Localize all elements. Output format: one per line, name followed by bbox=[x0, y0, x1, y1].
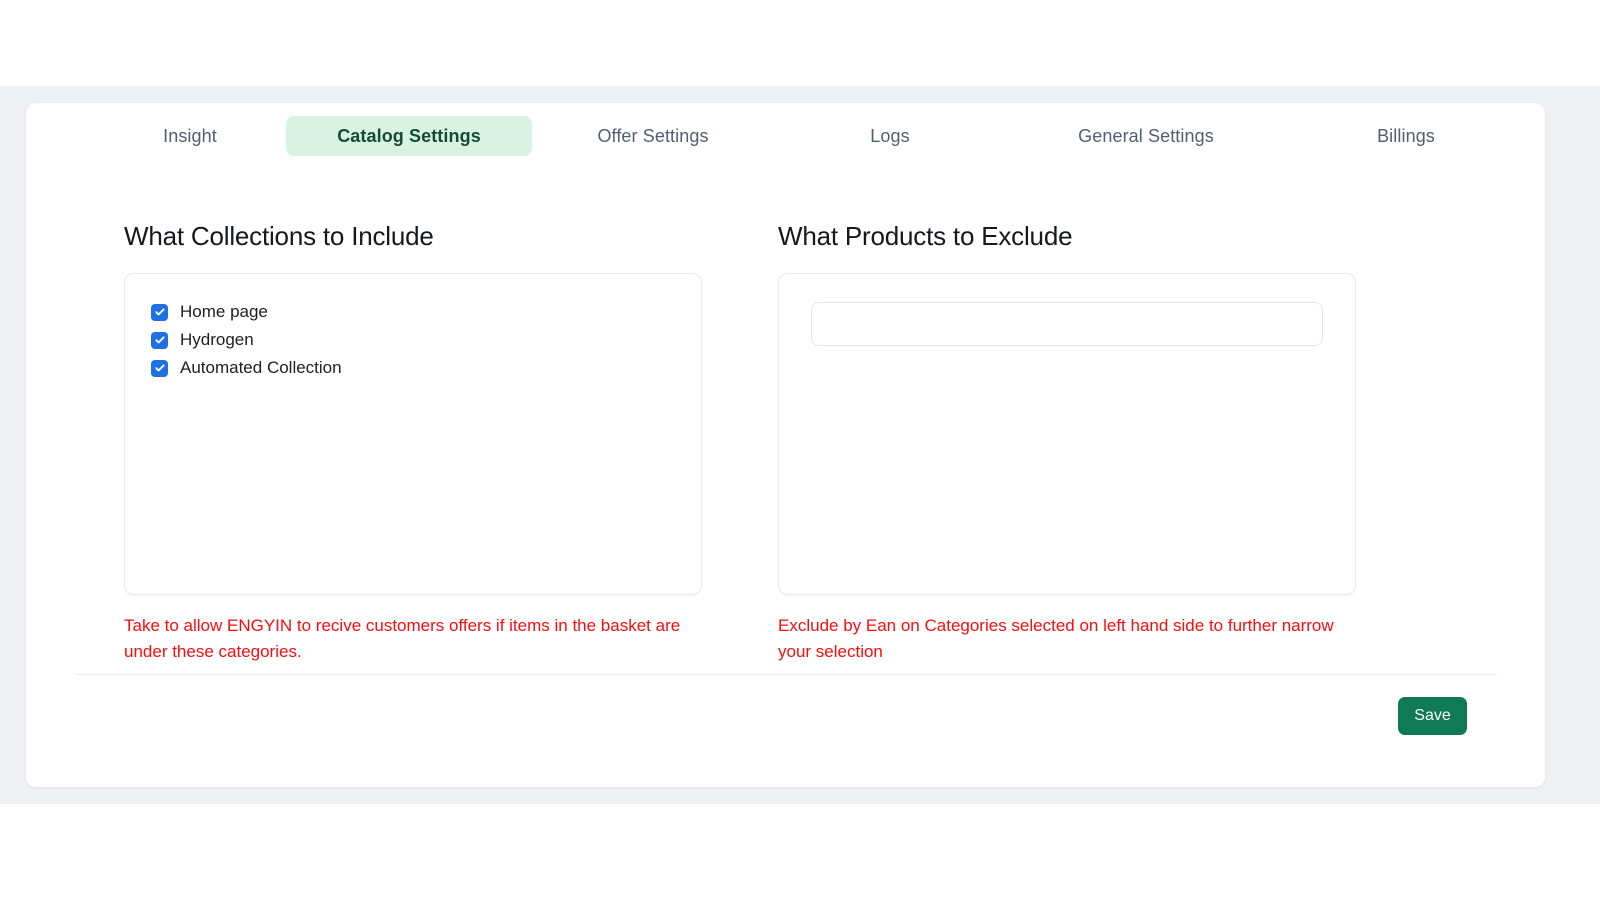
checkmark-icon[interactable] bbox=[151, 331, 168, 349]
collection-label: Hydrogen bbox=[180, 330, 254, 349]
collection-label: Home page bbox=[180, 302, 268, 321]
collections-helper-text: Take to allow ENGYIN to recive customers… bbox=[124, 616, 681, 661]
products-exclude-column: What Products to Exclude Exclude by Ean … bbox=[778, 221, 1356, 665]
exclude-heading: What Products to Exclude bbox=[778, 221, 1073, 251]
footer-divider bbox=[74, 674, 1497, 675]
collection-checkbox-row[interactable]: Hydrogen bbox=[151, 326, 701, 354]
collection-label: Automated Collection bbox=[180, 358, 342, 377]
collections-heading: What Collections to Include bbox=[124, 221, 434, 251]
save-button[interactable]: Save bbox=[1398, 697, 1467, 735]
settings-content: What Collections to Include Home page Hy… bbox=[26, 103, 1545, 787]
checkmark-icon[interactable] bbox=[151, 359, 168, 377]
collections-panel: Home page Hydrogen Automated Collection bbox=[124, 273, 702, 595]
collections-include-column: What Collections to Include Home page Hy… bbox=[124, 221, 702, 665]
collection-checkbox-row[interactable]: Automated Collection bbox=[151, 354, 701, 382]
collection-checkbox-row[interactable]: Home page bbox=[151, 298, 701, 326]
exclude-helper-text: Exclude by Ean on Categories selected on… bbox=[778, 616, 1334, 661]
checkmark-icon[interactable] bbox=[151, 303, 168, 321]
settings-card: Insight Catalog Settings Offer Settings … bbox=[26, 103, 1545, 787]
exclude-panel bbox=[778, 273, 1356, 595]
exclude-search-input[interactable] bbox=[811, 302, 1323, 346]
